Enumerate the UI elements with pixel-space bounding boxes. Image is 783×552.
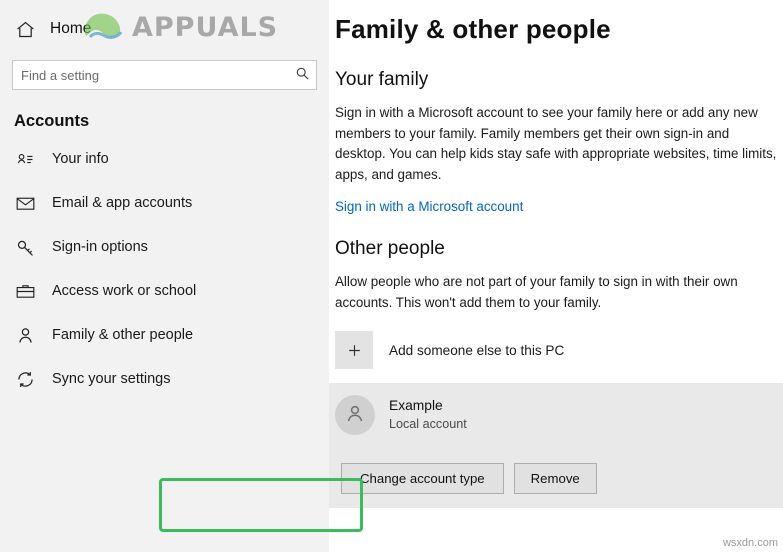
sign-in-microsoft-account-link[interactable]: Sign in with a Microsoft account [335, 199, 783, 214]
account-name: Example [389, 398, 443, 413]
home-icon [14, 18, 36, 40]
sidebar-item-home[interactable]: Home [0, 0, 329, 54]
avatar [335, 395, 375, 435]
your-family-description: Sign in with a Microsoft account to see … [335, 105, 777, 182]
sidebar-item-access-work-or-school[interactable]: Access work or school [0, 269, 329, 313]
sidebar-item-label: Family & other people [52, 327, 194, 343]
person-icon [14, 324, 36, 346]
sidebar-item-label: Email & app accounts [52, 195, 193, 211]
sidebar-item-label: Access work or school [52, 283, 197, 299]
search-input[interactable] [13, 67, 288, 83]
sidebar-item-family-other-people[interactable]: Family & other people [0, 313, 329, 357]
add-someone-else-button[interactable]: Add someone else to this PC [335, 331, 783, 369]
change-account-type-button[interactable]: Change account type [341, 463, 504, 494]
add-someone-else-label: Add someone else to this PC [389, 342, 565, 358]
settings-content: Family & other people Your family Sign i… [329, 0, 783, 552]
remove-account-button[interactable]: Remove [513, 463, 597, 494]
sidebar-item-label: Your info [52, 151, 109, 167]
search-box[interactable] [12, 60, 317, 90]
other-people-description: Allow people who are not part of your fa… [335, 274, 738, 310]
sidebar-item-sync-your-settings[interactable]: Sync your settings [0, 357, 329, 401]
page-title: Family & other people [335, 14, 611, 44]
account-type: Local account [389, 417, 467, 431]
sidebar-item-your-info[interactable]: Your info [0, 137, 329, 181]
your-family-heading: Your family [335, 69, 429, 90]
sidebar-home-label: Home [50, 20, 92, 37]
sync-icon [14, 368, 36, 390]
user-card-icon [14, 148, 36, 170]
sidebar-item-sign-in-options[interactable]: Sign-in options [0, 225, 329, 269]
briefcase-icon [14, 280, 36, 302]
other-people-heading: Other people [335, 238, 445, 259]
key-icon [14, 236, 36, 258]
search-icon [295, 66, 310, 84]
envelope-icon [14, 192, 36, 214]
sidebar-section-title: Accounts [14, 112, 90, 130]
avatar-person-icon [343, 401, 367, 430]
sidebar-item-label: Sign-in options [52, 239, 148, 255]
settings-sidebar: Home Accounts Your info [0, 0, 329, 552]
search-button[interactable] [288, 61, 316, 89]
plus-icon [335, 331, 373, 369]
sidebar-item-email-app-accounts[interactable]: Email & app accounts [0, 181, 329, 225]
sidebar-item-label: Sync your settings [52, 371, 171, 387]
account-card[interactable]: Example Local account Change account typ… [329, 383, 783, 508]
